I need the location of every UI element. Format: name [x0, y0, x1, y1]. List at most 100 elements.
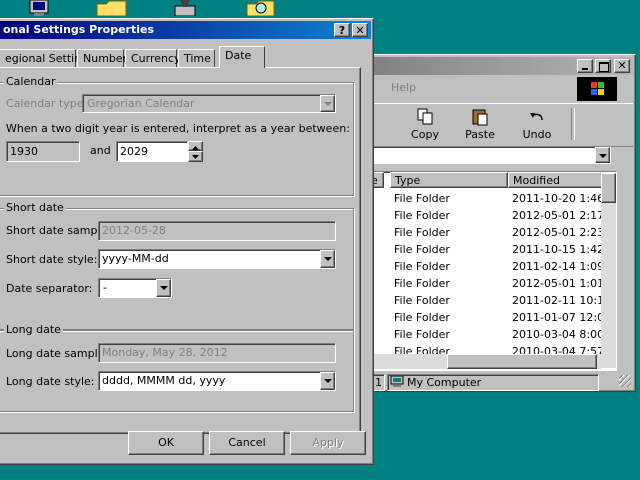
short-date-style-label: Short date style: — [6, 253, 98, 266]
toolbar: t Copy Paste Undo — [363, 103, 633, 147]
copy-icon — [417, 108, 433, 125]
ok-button[interactable]: OK — [128, 431, 204, 455]
long-date-style-label: Long date style: — [6, 375, 95, 388]
tab-number[interactable]: Number — [77, 49, 127, 67]
short-date-sample-label: Short date sample: — [6, 224, 112, 237]
row-modified: 2011-10-15 1:42 P — [512, 243, 604, 256]
row-type: File Folder — [394, 243, 450, 256]
address-combobox[interactable] — [363, 146, 611, 164]
dropdown-arrow-icon[interactable] — [156, 279, 171, 297]
long-date-style-combobox[interactable]: dddd, MMMM dd, yyyy — [98, 371, 336, 391]
date-separator-label: Date separator: — [6, 282, 93, 295]
year-spin-up-button[interactable] — [188, 141, 203, 151]
long-date-sample-value: Monday, May 28, 2012 — [102, 346, 228, 359]
tab-time[interactable]: Time — [178, 49, 215, 67]
and-label: and — [90, 144, 111, 157]
column-header-type[interactable]: Type — [390, 172, 508, 188]
tab-date[interactable]: Date — [219, 46, 265, 68]
row-modified: 2012-05-01 2:17 P — [512, 209, 604, 222]
calendar-group-label: Calendar — [4, 75, 58, 88]
copy-button[interactable]: Copy — [407, 108, 443, 141]
row-modified: 2011-01-07 12:05 — [512, 311, 604, 324]
vertical-scrollbar[interactable] — [601, 173, 616, 368]
date-tab-panel: Calendar Calendar type: Gregorian Calend… — [0, 67, 361, 434]
row-type: File Folder — [394, 260, 450, 273]
paste-button[interactable]: Paste — [461, 108, 499, 141]
file-list[interactable]: e Type Modified File Folder 2011-10-20 1:… — [363, 171, 617, 371]
dialog-titlebar: onal Settings Properties ? ✕ — [0, 21, 371, 39]
windows-flag-icon — [591, 82, 604, 95]
folder-search-icon — [246, 0, 275, 17]
table-row[interactable]: File Folder 2011-02-14 1:09 P — [364, 258, 604, 275]
year-from-value: 1930 — [10, 145, 38, 158]
close-button[interactable]: ✕ — [614, 59, 630, 73]
row-type: File Folder — [394, 209, 450, 222]
desktop-icon-my-computer[interactable] — [28, 0, 50, 16]
dropdown-arrow-icon[interactable] — [320, 372, 335, 390]
table-row[interactable]: File Folder 2010-03-04 8:00 A — [364, 326, 604, 343]
row-type: File Folder — [394, 311, 450, 324]
horizontal-scrollbar[interactable] — [365, 354, 601, 369]
undo-label: Undo — [522, 128, 552, 141]
calendar-type-value: Gregorian Calendar — [87, 97, 195, 110]
short-date-sample-field: 2012-05-28 — [98, 221, 336, 241]
dropdown-arrow-icon[interactable] — [320, 250, 335, 268]
scroll-thumb[interactable] — [601, 173, 616, 203]
year-spin-down-button[interactable] — [188, 151, 203, 162]
date-separator-value: - — [103, 281, 107, 294]
minimize-button[interactable] — [577, 59, 593, 73]
date-separator-combobox[interactable]: - — [98, 278, 172, 298]
paste-label: Paste — [465, 128, 495, 141]
copy-label: Copy — [411, 128, 439, 141]
table-row[interactable]: File Folder 2011-10-20 1:46 P — [364, 190, 604, 207]
apply-button[interactable]: Apply — [290, 431, 366, 455]
tab-currency[interactable]: Currency — [125, 49, 181, 67]
menu-help[interactable]: Help — [391, 81, 416, 94]
row-type: File Folder — [394, 328, 450, 341]
table-row[interactable]: File Folder 2011-10-15 1:42 P — [364, 241, 604, 258]
tab-regional-settings[interactable]: egional Settings — [0, 49, 94, 67]
modified-header-label: Modified — [513, 174, 560, 187]
long-date-sample-field: Monday, May 28, 2012 — [98, 343, 336, 363]
dialog-title: onal Settings Properties — [3, 23, 155, 36]
chevron-down-icon — [192, 155, 199, 159]
wrench-icon — [174, 0, 196, 17]
computer-icon — [390, 376, 404, 387]
row-type: File Folder — [394, 226, 450, 239]
close-button[interactable]: ✕ — [352, 23, 368, 37]
address-dropdown-button[interactable] — [595, 147, 610, 163]
maximize-button[interactable] — [595, 59, 611, 73]
cancel-button[interactable]: Cancel — [209, 431, 285, 455]
help-button[interactable]: ? — [334, 23, 350, 37]
dropdown-arrow-icon — [320, 95, 335, 112]
tab-label: Time — [184, 52, 211, 65]
table-row[interactable]: File Folder 2012-05-01 1:01 P — [364, 275, 604, 292]
resize-grip-icon[interactable] — [619, 375, 631, 387]
row-type: File Folder — [394, 192, 450, 205]
table-row[interactable]: File Folder 2011-02-11 10:15 — [364, 292, 604, 309]
undo-icon — [530, 113, 543, 121]
desktop-icon-tool[interactable] — [172, 0, 198, 17]
desktop-icon-find[interactable] — [246, 0, 276, 17]
table-row[interactable]: File Folder 2012-05-01 2:23 P — [364, 224, 604, 241]
status-count: 1 — [375, 376, 382, 389]
short-date-group-label: Short date — [4, 201, 66, 214]
row-type: File Folder — [394, 294, 450, 307]
row-modified: 2012-05-01 1:01 P — [512, 277, 604, 290]
regional-settings-dialog: onal Settings Properties ? ✕ egional Set… — [0, 18, 374, 465]
tab-label: Date — [225, 49, 252, 62]
table-row[interactable]: File Folder 2011-01-07 12:05 — [364, 309, 604, 326]
windows-logo — [577, 77, 617, 101]
status-location-pane: My Computer — [387, 374, 599, 391]
explorer-window: ✕ Help t Copy Paste Undo e Type Modified… — [360, 54, 636, 392]
year-to-field[interactable]: 2029 — [116, 141, 188, 162]
short-date-style-value: yyyy-MM-dd — [102, 252, 169, 265]
year-to-value: 2029 — [120, 145, 148, 158]
short-date-sample-value: 2012-05-28 — [102, 224, 166, 237]
undo-button[interactable]: Undo — [519, 108, 555, 141]
hscroll-thumb[interactable] — [447, 354, 597, 369]
long-date-group-label: Long date — [4, 323, 63, 336]
desktop-icon-folder[interactable] — [96, 0, 128, 17]
table-row[interactable]: File Folder 2012-05-01 2:17 P — [364, 207, 604, 224]
short-date-style-combobox[interactable]: yyyy-MM-dd — [98, 249, 336, 269]
